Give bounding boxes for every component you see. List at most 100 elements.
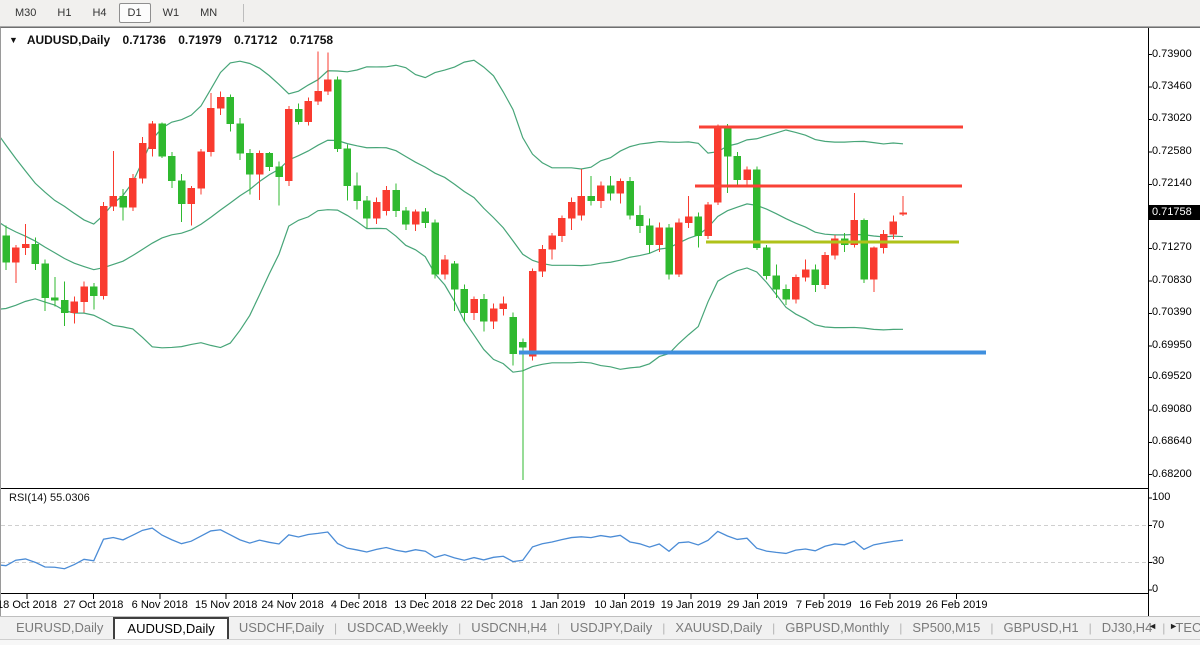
candle-body xyxy=(383,190,390,211)
candle-body xyxy=(149,124,156,149)
candle-body xyxy=(870,248,877,280)
rsi-axis-label: 70 xyxy=(1152,519,1164,531)
date-axis-label: 26 Feb 2019 xyxy=(912,599,1002,611)
candle-body xyxy=(295,109,302,122)
candle-body xyxy=(285,109,292,180)
tab-gbpusd[interactable]: GBPUSD,Monthly xyxy=(775,617,899,639)
candle-body xyxy=(217,97,224,108)
chart-symbol-period: AUDUSD,Daily xyxy=(27,33,110,47)
timeframe-toolbar: M30H1H4D1W1MN xyxy=(0,0,1200,27)
candle-body xyxy=(510,317,517,354)
candle-body xyxy=(763,248,770,276)
current-price-badge: 0.71758 xyxy=(1149,205,1200,220)
candle-body xyxy=(237,124,244,153)
price-axis-label: 0.69080 xyxy=(1152,403,1192,415)
candle-body xyxy=(812,270,819,285)
tab-xauusd[interactable]: XAUUSD,Daily xyxy=(665,617,772,639)
price-axis-label: 0.69520 xyxy=(1152,370,1192,382)
symbol-dropdown-icon[interactable]: ▼ xyxy=(9,35,18,45)
tab-usdchf[interactable]: USDCHF,Daily xyxy=(229,617,334,639)
candle-body xyxy=(549,236,556,249)
candle-body xyxy=(714,127,721,202)
candle-body xyxy=(207,108,214,151)
tab-usdcad[interactable]: USDCAD,Weekly xyxy=(337,617,458,639)
price-axis-label: 0.70390 xyxy=(1152,306,1192,318)
candle-body xyxy=(568,202,575,218)
candle-body xyxy=(159,124,166,156)
tabs-scroll-left-icon[interactable]: ◄ xyxy=(1148,621,1169,631)
candle-body xyxy=(666,228,673,274)
chart-content[interactable]: ▼ AUDUSD,Daily 0.71736 0.71979 0.71712 0… xyxy=(0,27,1200,616)
ohlc-close: 0.71758 xyxy=(290,33,333,47)
candle-body xyxy=(432,223,439,275)
price-chart-canvas[interactable] xyxy=(1,28,1200,617)
candle-body xyxy=(315,91,322,101)
ohlc-high: 0.71979 xyxy=(178,33,221,47)
candle-body xyxy=(695,217,702,236)
candle-body xyxy=(646,226,653,245)
candle-body xyxy=(480,299,487,321)
candle-body xyxy=(783,289,790,299)
candle-body xyxy=(61,300,68,313)
candle-body xyxy=(42,264,49,298)
ohlc-open: 0.71736 xyxy=(123,33,166,47)
tab-eurusd[interactable]: EURUSD,Daily xyxy=(6,617,113,639)
timeframe-button-m30[interactable]: M30 xyxy=(6,3,45,23)
candle-body xyxy=(597,186,604,201)
price-axis-label: 0.73460 xyxy=(1152,80,1192,92)
candle-body xyxy=(100,206,107,295)
candle-body xyxy=(305,101,312,122)
candle-body xyxy=(617,181,624,193)
tab-gbpusd[interactable]: GBPUSD,H1 xyxy=(993,617,1088,639)
tabbar-bottom-strip xyxy=(0,639,1200,645)
ohlc-low: 0.71712 xyxy=(234,33,277,47)
tab-usdcnh[interactable]: USDCNH,H4 xyxy=(461,617,557,639)
candle-body xyxy=(861,220,868,279)
candle-body xyxy=(373,202,380,218)
candle-body xyxy=(168,156,175,180)
timeframe-button-w1[interactable]: W1 xyxy=(154,3,189,23)
candle-body xyxy=(422,212,429,223)
candle-body xyxy=(12,248,19,263)
candle-body xyxy=(363,201,370,219)
timeframe-button-d1[interactable]: D1 xyxy=(119,3,151,23)
timeframe-button-h4[interactable]: H4 xyxy=(83,3,115,23)
candle-body xyxy=(276,167,283,177)
candle-body xyxy=(334,80,341,149)
price-axis-label: 0.69950 xyxy=(1152,339,1192,351)
tabs-scroll-arrows: ◄► xyxy=(1148,621,1190,631)
tab-sp500[interactable]: SP500,M15 xyxy=(902,617,990,639)
candle-body xyxy=(71,302,78,313)
timeframe-button-mn[interactable]: MN xyxy=(191,3,226,23)
candle-body xyxy=(636,215,643,225)
candle-body xyxy=(324,80,331,92)
candle-body xyxy=(529,271,536,356)
candle-body xyxy=(900,213,907,215)
candle-body xyxy=(451,264,458,289)
price-axis-label: 0.72140 xyxy=(1152,177,1192,189)
candle-body xyxy=(22,244,29,248)
chart-title: ▼ AUDUSD,Daily 0.71736 0.71979 0.71712 0… xyxy=(9,33,333,47)
candle-body xyxy=(519,342,526,347)
rsi-indicator-label: RSI(14) 55.0306 xyxy=(9,492,90,504)
candle-body xyxy=(198,152,205,188)
candle-body xyxy=(120,196,127,207)
candle-body xyxy=(139,143,146,178)
candle-body xyxy=(744,170,751,180)
tabs-scroll-right-icon[interactable]: ► xyxy=(1169,621,1190,631)
timeframe-button-h1[interactable]: H1 xyxy=(48,3,80,23)
candle-body xyxy=(500,304,507,309)
candle-body xyxy=(792,277,799,299)
candle-body xyxy=(354,186,361,201)
chart-tabbar: EURUSD,DailyAUDUSD,DailyUSDCHF,Daily|USD… xyxy=(0,616,1200,645)
price-axis-label: 0.70830 xyxy=(1152,274,1192,286)
tab-usdjpy[interactable]: USDJPY,Daily xyxy=(560,617,662,639)
toolbar-separator xyxy=(243,4,244,22)
tab-audusd[interactable]: AUDUSD,Daily xyxy=(113,617,228,639)
candle-body xyxy=(734,156,741,180)
price-axis-label: 0.68200 xyxy=(1152,468,1192,480)
candle-body xyxy=(773,276,780,289)
candle-body xyxy=(627,181,634,215)
candle-body xyxy=(753,170,760,248)
candle-body xyxy=(461,289,468,313)
